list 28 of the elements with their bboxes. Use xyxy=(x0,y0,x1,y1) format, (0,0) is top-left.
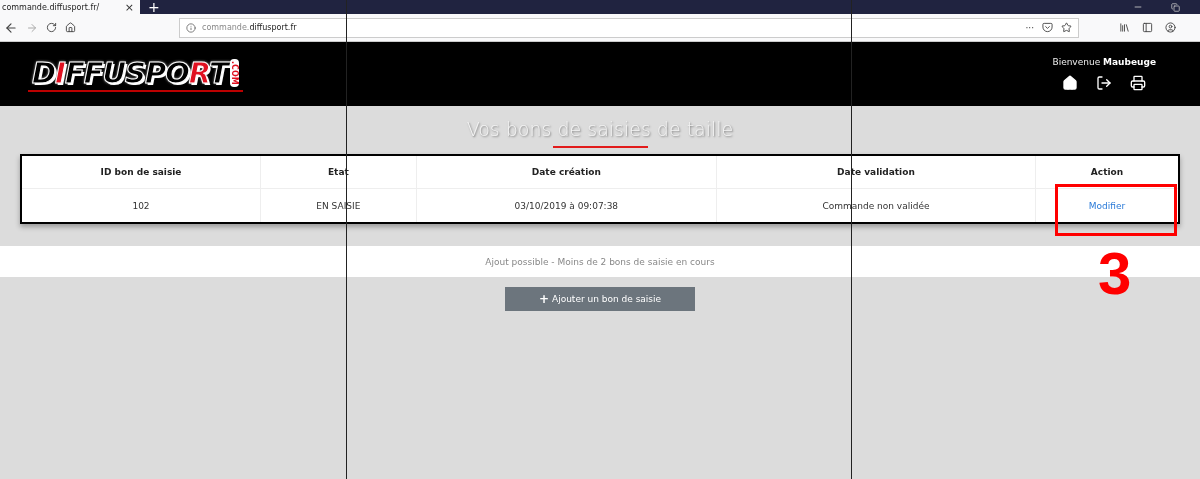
restore-icon[interactable] xyxy=(1171,2,1180,12)
account-icon[interactable] xyxy=(1165,22,1176,33)
address-bar[interactable]: commande.diffusport.fr ··· xyxy=(179,17,1079,38)
table-cell: 102 xyxy=(21,188,261,223)
logout-icon[interactable] xyxy=(1096,75,1113,91)
column-header: Date création xyxy=(416,155,717,189)
edit-link[interactable]: Modifier xyxy=(1088,200,1126,211)
column-header: ID bon de saisie xyxy=(21,155,261,189)
welcome-text: Bienvenue Maubeuge xyxy=(1052,57,1156,67)
table-cell: 03/10/2019 à 09:07:38 xyxy=(416,188,717,223)
home-icon[interactable] xyxy=(65,22,76,33)
tab-close-button[interactable]: × xyxy=(124,1,134,13)
column-header: Action xyxy=(1035,155,1179,189)
home-icon[interactable] xyxy=(1062,75,1079,91)
browser-tab[interactable]: commande.diffusport.fr/ × xyxy=(0,0,140,14)
library-icon[interactable] xyxy=(1119,22,1130,33)
star-icon[interactable] xyxy=(1061,22,1072,33)
pocket-icon[interactable] xyxy=(1042,22,1053,33)
add-button[interactable]: + Ajouter un bon de saisie xyxy=(505,287,695,311)
reload-icon[interactable] xyxy=(46,22,57,33)
back-icon[interactable] xyxy=(4,20,18,35)
print-icon[interactable] xyxy=(1130,75,1147,91)
sidebar-icon[interactable] xyxy=(1142,22,1153,33)
step-number: 3 xyxy=(1098,244,1132,304)
notice-text: Ajout possible - Moins de 2 bons de saisie en cours xyxy=(485,256,715,267)
tab-title: commande.diffusport.fr/ xyxy=(2,2,100,12)
more-actions-button[interactable]: ··· xyxy=(1025,22,1034,33)
new-tab-button[interactable]: + xyxy=(148,0,160,14)
